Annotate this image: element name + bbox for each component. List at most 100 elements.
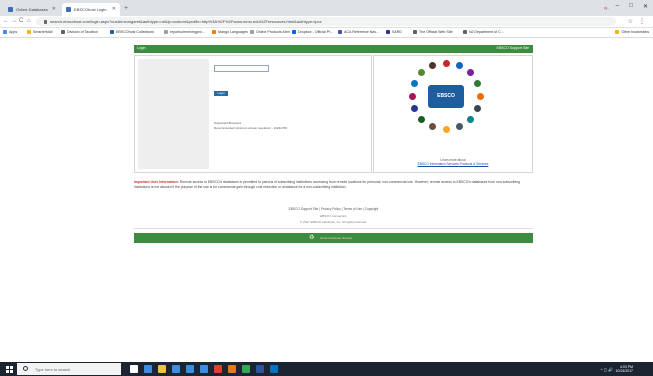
product-icon bbox=[472, 104, 482, 114]
product-icon bbox=[465, 114, 475, 124]
bottom-bar-text: Great Customer Service bbox=[320, 236, 353, 240]
notice-title: Important User Information: bbox=[134, 180, 179, 184]
product-icon bbox=[441, 124, 451, 134]
profile-button[interactable]: cj.. bbox=[604, 5, 609, 10]
login-button[interactable]: Login bbox=[214, 91, 228, 96]
bookmark-icon bbox=[292, 30, 296, 34]
bookmark-item[interactable]: SmarterMail bbox=[27, 30, 52, 34]
chrome-active-icon[interactable] bbox=[242, 365, 250, 373]
task-view-icon[interactable] bbox=[130, 365, 138, 373]
taskbar-search-input[interactable]: Type here to search bbox=[17, 363, 121, 375]
firefox-icon[interactable] bbox=[228, 365, 236, 373]
bookmark-item[interactable]: NJ Department of C... bbox=[463, 30, 504, 34]
product-icon bbox=[454, 61, 464, 70]
windows-start-icon[interactable] bbox=[6, 366, 13, 373]
footer-divider bbox=[134, 228, 533, 229]
bookmark-icon bbox=[164, 30, 168, 34]
windows-taskbar: Type here to search ^ ◻ 🔊 4:03 PM 10/24/… bbox=[0, 362, 653, 376]
institution-image bbox=[138, 59, 209, 169]
footer-links: EBSCO Support Site | Privacy Policy | Te… bbox=[288, 207, 379, 211]
bookmark-star-icon[interactable]: ☆ bbox=[628, 18, 633, 25]
tab-strip: Online Databases ✕ EBSCOhost Login ✕ + c… bbox=[0, 0, 653, 16]
product-icon bbox=[441, 58, 451, 68]
tab-ebscohost-login[interactable]: EBSCOhost Login ✕ bbox=[62, 3, 120, 16]
close-window-button[interactable]: ✕ bbox=[643, 3, 648, 10]
resolution-note: Recommended minimum screen resolution - … bbox=[214, 126, 287, 130]
bookmark-icon bbox=[463, 30, 467, 34]
close-tab-icon[interactable]: ✕ bbox=[112, 6, 116, 12]
tab-online-databases[interactable]: Online Databases ✕ bbox=[4, 3, 60, 16]
tab-favicon-icon bbox=[66, 7, 71, 12]
footer-link-terms[interactable]: Terms of Use bbox=[343, 207, 362, 211]
file-explorer-icon[interactable] bbox=[158, 365, 166, 373]
address-bar[interactable]: search.ebscohost.com/login.aspx?custid=m… bbox=[36, 17, 616, 26]
browser-menu-button[interactable]: ⋮ bbox=[639, 18, 645, 25]
bookmark-item[interactable]: Division of Taxation bbox=[61, 30, 98, 34]
bookmark-icon bbox=[3, 30, 7, 34]
tab-favicon-icon bbox=[8, 7, 13, 12]
clock[interactable]: 4:03 PM 10/24/2017 bbox=[615, 365, 633, 373]
toolbar: ← → C ⌂ search.ebscohost.com/login.aspx?… bbox=[0, 16, 653, 28]
tab-label: EBSCOhost Login bbox=[74, 7, 107, 12]
new-tab-button[interactable]: + bbox=[124, 5, 128, 12]
bookmark-label: Mango Languages bbox=[218, 30, 248, 34]
bookmark-item[interactable]: Dropbox - Official Pr... bbox=[292, 30, 333, 34]
bookmark-icon bbox=[338, 30, 342, 34]
promo-panel bbox=[373, 55, 533, 173]
close-tab-icon[interactable]: ✕ bbox=[52, 6, 56, 12]
support-site-link[interactable]: EBSCO Support Site bbox=[497, 46, 530, 50]
footer-link-copyright[interactable]: Copyright bbox=[365, 207, 379, 211]
footer-link-privacy[interactable]: Privacy Policy bbox=[321, 207, 341, 211]
bookmark-item[interactable]: reportcoleminingpro... bbox=[164, 30, 205, 34]
bookmark-item[interactable]: ACA Reference Nav... bbox=[338, 30, 379, 34]
bookmark-label: Dropbox - Official Pr... bbox=[298, 30, 334, 34]
bookmarks-bar: Other bookmarks Apps SmarterMail Division … bbox=[0, 28, 653, 38]
login-input[interactable] bbox=[214, 65, 269, 72]
bookmark-icon bbox=[212, 30, 216, 34]
bookmark-item[interactable]: Mango Languages bbox=[212, 30, 248, 34]
header-title: Login bbox=[137, 46, 146, 50]
maximize-button[interactable]: □ bbox=[629, 3, 633, 9]
footer-link-support[interactable]: EBSCO Support Site bbox=[289, 207, 319, 211]
search-placeholder: Type here to search bbox=[35, 366, 71, 372]
outlook-icon[interactable] bbox=[270, 365, 278, 373]
address-text: search.ebscohost.com/login.aspx?custid=m… bbox=[50, 19, 322, 24]
supported-browsers-link[interactable]: Supported Browsers bbox=[214, 121, 241, 125]
bookmark-item[interactable]: Apps bbox=[3, 30, 17, 34]
bottom-brand-bar: ♻ Great Customer Service bbox=[134, 233, 533, 243]
edge-icon[interactable] bbox=[144, 365, 152, 373]
bookmark-item[interactable]: SARD bbox=[386, 30, 402, 34]
bookmark-icon bbox=[61, 30, 65, 34]
bookmark-label: The Official Web Site bbox=[419, 30, 453, 34]
bookmark-icon bbox=[386, 30, 390, 34]
products-services-link[interactable]: EBSCO Information Services Products & Se… bbox=[373, 162, 533, 166]
product-icon bbox=[465, 68, 475, 78]
minimize-button[interactable]: – bbox=[616, 3, 619, 9]
bookmark-label: reportcoleminingpro... bbox=[170, 30, 205, 34]
reload-button[interactable]: C bbox=[19, 18, 23, 24]
bookmark-label: NJ Department of C... bbox=[469, 30, 504, 34]
bookmark-item[interactable]: EBSCOhost Collections bbox=[110, 30, 154, 34]
mail-icon[interactable] bbox=[186, 365, 194, 373]
back-button[interactable]: ← bbox=[3, 18, 9, 24]
product-icon bbox=[454, 121, 464, 131]
home-button[interactable]: ⌂ bbox=[27, 18, 31, 24]
bookmark-item[interactable]: The Official Web Site bbox=[413, 30, 453, 34]
forward-button[interactable]: → bbox=[11, 18, 17, 24]
calendar-icon[interactable] bbox=[200, 365, 208, 373]
product-icon bbox=[407, 91, 417, 101]
ebsco-connection-link[interactable]: EBSCO Connection bbox=[134, 214, 533, 218]
chrome-icon[interactable] bbox=[214, 365, 222, 373]
search-icon bbox=[23, 366, 28, 371]
bookmark-item[interactable]: Online Products Alert bbox=[250, 30, 290, 34]
word-icon[interactable] bbox=[256, 365, 264, 373]
store-icon[interactable] bbox=[172, 365, 180, 373]
notice-body: Remote access to EBSCO's databases is pe… bbox=[134, 180, 520, 189]
bookmark-label: Division of Taxation bbox=[67, 30, 98, 34]
bookmark-icon bbox=[27, 30, 31, 34]
lock-icon bbox=[44, 19, 47, 24]
system-tray-icons[interactable]: ^ ◻ 🔊 bbox=[601, 367, 613, 372]
bookmark-label: EBSCOhost Collections bbox=[116, 30, 154, 34]
other-bookmarks[interactable]: Other bookmarks bbox=[615, 30, 649, 34]
ebsco-logo: EBSCO bbox=[428, 85, 464, 108]
